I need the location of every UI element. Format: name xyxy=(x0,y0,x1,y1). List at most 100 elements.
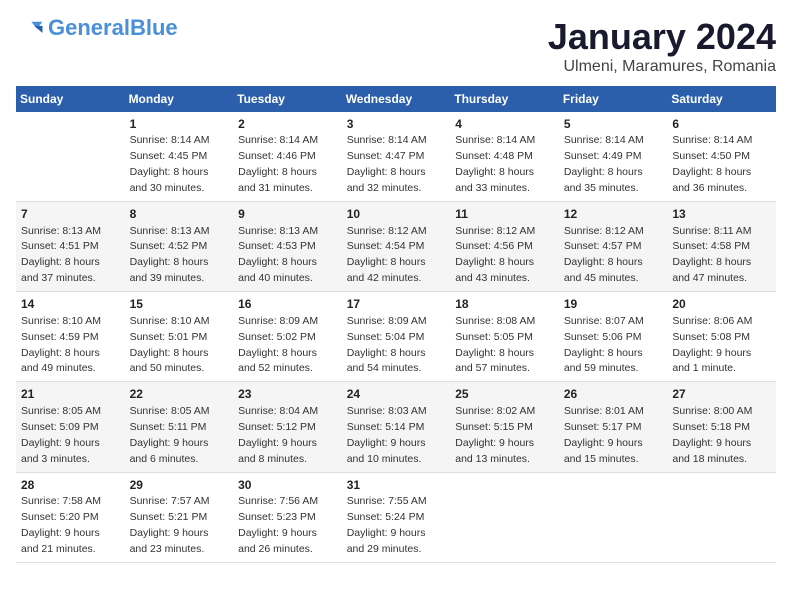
location-title: Ulmeni, Maramures, Romania xyxy=(548,58,776,76)
day-cell: 25 Sunrise: 8:02 AM Sunset: 5:15 PM Dayli… xyxy=(450,382,559,472)
day-cell: 29Sunrise: 7:57 AM Sunset: 5:21 PM Dayli… xyxy=(125,472,234,562)
day-number: 28 xyxy=(21,477,120,494)
day-info: Sunrise: 8:00 AM Sunset: 5:18 PM Dayligh… xyxy=(672,405,752,465)
page-header: GeneralBlue January 2024 Ulmeni, Maramur… xyxy=(16,16,776,76)
day-info: Sunrise: 8:05 AM Sunset: 5:09 PM Dayligh… xyxy=(21,405,101,465)
day-cell xyxy=(16,112,125,202)
header-cell-tuesday: Tuesday xyxy=(233,86,342,112)
day-cell xyxy=(559,472,668,562)
day-cell: 8 Sunrise: 8:13 AM Sunset: 4:52 PM Daylig… xyxy=(125,202,234,292)
day-number: 29 xyxy=(130,477,229,494)
day-info: Sunrise: 7:57 AM Sunset: 5:21 PM Dayligh… xyxy=(130,495,210,555)
header-cell-wednesday: Wednesday xyxy=(342,86,451,112)
day-number: 8 xyxy=(130,206,229,223)
day-info: Sunrise: 8:14 AM Sunset: 4:47 PM Dayligh… xyxy=(347,134,427,194)
day-cell: 10 Sunrise: 8:12 AM Sunset: 4:54 PM Dayli… xyxy=(342,202,451,292)
day-number: 25 xyxy=(455,386,554,403)
day-cell: 15 Sunrise: 8:10 AM Sunset: 5:01 PM Dayli… xyxy=(125,292,234,382)
day-cell: 1Sunrise: 8:14 AM Sunset: 4:45 PM Daylig… xyxy=(125,112,234,202)
day-info: Sunrise: 8:07 AM Sunset: 5:06 PM Dayligh… xyxy=(564,315,644,375)
day-info: Sunrise: 8:09 AM Sunset: 5:04 PM Dayligh… xyxy=(347,315,427,375)
day-cell: 31Sunrise: 7:55 AM Sunset: 5:24 PM Dayli… xyxy=(342,472,451,562)
day-info: Sunrise: 7:58 AM Sunset: 5:20 PM Dayligh… xyxy=(21,495,101,555)
day-number: 21 xyxy=(21,386,120,403)
month-title: January 2024 xyxy=(548,16,776,58)
day-number: 15 xyxy=(130,296,229,313)
day-cell: 22Sunrise: 8:05 AM Sunset: 5:11 PM Dayli… xyxy=(125,382,234,472)
day-info: Sunrise: 8:12 AM Sunset: 4:54 PM Dayligh… xyxy=(347,225,427,285)
day-cell: 24Sunrise: 8:03 AM Sunset: 5:14 PM Dayli… xyxy=(342,382,451,472)
day-cell: 6Sunrise: 8:14 AM Sunset: 4:50 PM Daylig… xyxy=(667,112,776,202)
calendar-table: SundayMondayTuesdayWednesdayThursdayFrid… xyxy=(16,86,776,563)
day-info: Sunrise: 8:05 AM Sunset: 5:11 PM Dayligh… xyxy=(130,405,210,465)
day-info: Sunrise: 8:14 AM Sunset: 4:48 PM Dayligh… xyxy=(455,134,535,194)
week-row-3: 14 Sunrise: 8:10 AM Sunset: 4:59 PM Dayli… xyxy=(16,292,776,382)
day-info: Sunrise: 8:13 AM Sunset: 4:53 PM Dayligh… xyxy=(238,225,318,285)
day-number: 4 xyxy=(455,116,554,133)
day-info: Sunrise: 8:14 AM Sunset: 4:46 PM Dayligh… xyxy=(238,134,318,194)
day-number: 5 xyxy=(564,116,663,133)
day-cell: 30Sunrise: 7:56 AM Sunset: 5:23 PM Dayli… xyxy=(233,472,342,562)
day-number: 12 xyxy=(564,206,663,223)
day-number: 31 xyxy=(347,477,446,494)
header-cell-monday: Monday xyxy=(125,86,234,112)
day-info: Sunrise: 8:14 AM Sunset: 4:45 PM Dayligh… xyxy=(130,134,210,194)
day-info: Sunrise: 8:14 AM Sunset: 4:50 PM Dayligh… xyxy=(672,134,752,194)
day-cell: 5Sunrise: 8:14 AM Sunset: 4:49 PM Daylig… xyxy=(559,112,668,202)
logo-text: GeneralBlue xyxy=(48,16,178,40)
day-cell: 26Sunrise: 8:01 AM Sunset: 5:17 PM Dayli… xyxy=(559,382,668,472)
day-info: Sunrise: 8:02 AM Sunset: 5:15 PM Dayligh… xyxy=(455,405,535,465)
header-cell-saturday: Saturday xyxy=(667,86,776,112)
day-cell: 20 Sunrise: 8:06 AM Sunset: 5:08 PM Dayli… xyxy=(667,292,776,382)
day-cell: 28Sunrise: 7:58 AM Sunset: 5:20 PM Dayli… xyxy=(16,472,125,562)
day-number: 10 xyxy=(347,206,446,223)
day-number: 1 xyxy=(130,116,229,133)
day-info: Sunrise: 8:10 AM Sunset: 4:59 PM Dayligh… xyxy=(21,315,101,375)
day-info: Sunrise: 7:56 AM Sunset: 5:23 PM Dayligh… xyxy=(238,495,318,555)
title-block: January 2024 Ulmeni, Maramures, Romania xyxy=(548,16,776,76)
week-row-2: 7Sunrise: 8:13 AM Sunset: 4:51 PM Daylig… xyxy=(16,202,776,292)
day-number: 20 xyxy=(672,296,771,313)
calendar-header-row: SundayMondayTuesdayWednesdayThursdayFrid… xyxy=(16,86,776,112)
day-cell xyxy=(450,472,559,562)
day-number: 14 xyxy=(21,296,120,313)
day-cell: 9 Sunrise: 8:13 AM Sunset: 4:53 PM Daylig… xyxy=(233,202,342,292)
day-info: Sunrise: 8:06 AM Sunset: 5:08 PM Dayligh… xyxy=(672,315,752,375)
day-number: 6 xyxy=(672,116,771,133)
day-info: Sunrise: 8:13 AM Sunset: 4:51 PM Dayligh… xyxy=(21,225,101,285)
day-info: Sunrise: 8:11 AM Sunset: 4:58 PM Dayligh… xyxy=(672,225,751,285)
logo-general: General xyxy=(48,15,130,40)
day-number: 27 xyxy=(672,386,771,403)
day-cell: 11 Sunrise: 8:12 AM Sunset: 4:56 PM Dayli… xyxy=(450,202,559,292)
day-info: Sunrise: 8:13 AM Sunset: 4:52 PM Dayligh… xyxy=(130,225,210,285)
day-number: 26 xyxy=(564,386,663,403)
calendar-body: 1Sunrise: 8:14 AM Sunset: 4:45 PM Daylig… xyxy=(16,112,776,562)
week-row-4: 21 Sunrise: 8:05 AM Sunset: 5:09 PM Dayli… xyxy=(16,382,776,472)
header-cell-friday: Friday xyxy=(559,86,668,112)
day-number: 19 xyxy=(564,296,663,313)
header-cell-sunday: Sunday xyxy=(16,86,125,112)
day-info: Sunrise: 8:12 AM Sunset: 4:57 PM Dayligh… xyxy=(564,225,644,285)
day-info: Sunrise: 8:09 AM Sunset: 5:02 PM Dayligh… xyxy=(238,315,318,375)
day-number: 11 xyxy=(455,206,554,223)
header-cell-thursday: Thursday xyxy=(450,86,559,112)
day-cell: 27 Sunrise: 8:00 AM Sunset: 5:18 PM Dayli… xyxy=(667,382,776,472)
day-cell: 19 Sunrise: 8:07 AM Sunset: 5:06 PM Dayli… xyxy=(559,292,668,382)
day-cell: 7Sunrise: 8:13 AM Sunset: 4:51 PM Daylig… xyxy=(16,202,125,292)
day-number: 23 xyxy=(238,386,337,403)
day-info: Sunrise: 8:12 AM Sunset: 4:56 PM Dayligh… xyxy=(455,225,535,285)
day-cell: 17Sunrise: 8:09 AM Sunset: 5:04 PM Dayli… xyxy=(342,292,451,382)
day-cell: 4Sunrise: 8:14 AM Sunset: 4:48 PM Daylig… xyxy=(450,112,559,202)
day-info: Sunrise: 8:04 AM Sunset: 5:12 PM Dayligh… xyxy=(238,405,318,465)
day-info: Sunrise: 8:10 AM Sunset: 5:01 PM Dayligh… xyxy=(130,315,210,375)
day-cell: 16Sunrise: 8:09 AM Sunset: 5:02 PM Dayli… xyxy=(233,292,342,382)
day-number: 24 xyxy=(347,386,446,403)
day-cell: 13 Sunrise: 8:11 AM Sunset: 4:58 PM Dayli… xyxy=(667,202,776,292)
day-number: 13 xyxy=(672,206,771,223)
day-number: 2 xyxy=(238,116,337,133)
logo-blue: Blue xyxy=(130,15,178,40)
week-row-1: 1Sunrise: 8:14 AM Sunset: 4:45 PM Daylig… xyxy=(16,112,776,202)
day-cell: 18Sunrise: 8:08 AM Sunset: 5:05 PM Dayli… xyxy=(450,292,559,382)
day-cell: 14 Sunrise: 8:10 AM Sunset: 4:59 PM Dayli… xyxy=(16,292,125,382)
day-number: 9 xyxy=(238,206,337,223)
